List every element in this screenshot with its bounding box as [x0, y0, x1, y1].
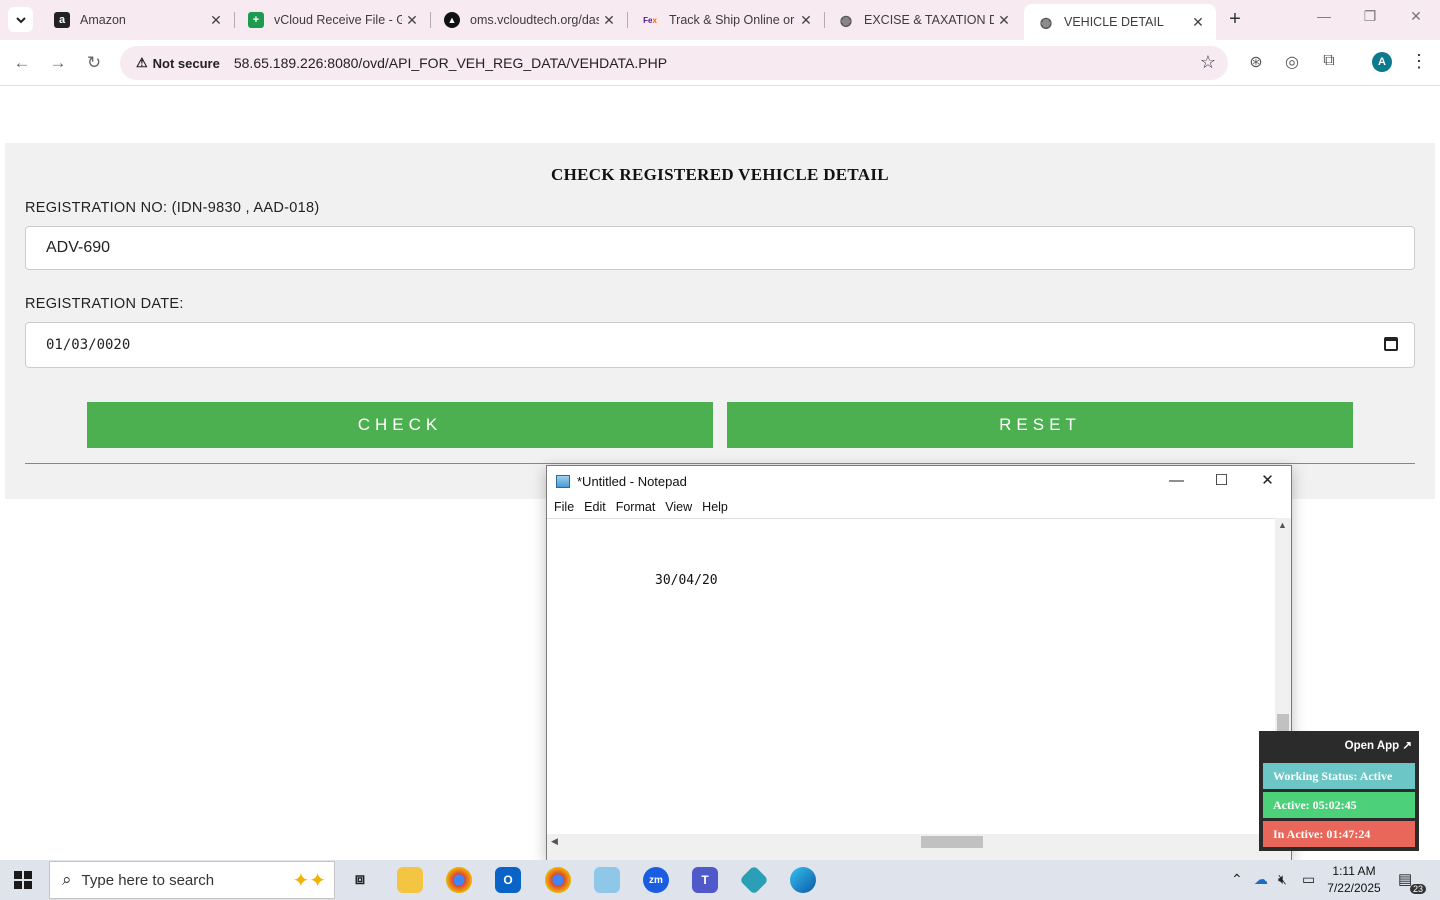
scroll-up-icon[interactable]: ▲	[1278, 520, 1287, 530]
inactive-time: In Active: 01:47:24	[1263, 821, 1415, 847]
notepad-text-area[interactable]: 30/04/20	[547, 518, 1275, 834]
taskbar-clock[interactable]: 1:11 AM 7/22/2025	[1322, 863, 1386, 897]
notepad-title: *Untitled - Notepad	[577, 473, 687, 489]
search-icon: ⌕	[62, 870, 72, 889]
scroll-left-icon[interactable]: ◀	[551, 836, 558, 847]
restore-window-button[interactable]: ❐	[1350, 8, 1390, 25]
menu-format[interactable]: Format	[616, 496, 656, 518]
globe-icon: ◍	[1039, 13, 1053, 30]
close-window-button[interactable]: ✕	[1396, 8, 1436, 25]
time-tracker-widget: Open App ↗ Working Status: Active Active…	[1259, 731, 1419, 851]
vehicle-check-form: CHECK REGISTERED VEHICLE DETAIL REGISTRA…	[5, 143, 1435, 499]
task-view-icon[interactable]: ⧈	[347, 867, 373, 893]
app-diamond-icon[interactable]	[739, 865, 769, 895]
warning-icon: ⚠	[136, 55, 148, 70]
reg-no-input[interactable]: ADV-690	[25, 226, 1415, 270]
translate-icon[interactable]: ◎	[1281, 52, 1303, 72]
reg-date-label: REGISTRATION DATE:	[25, 296, 184, 312]
active-time: Active: 05:02:45	[1263, 792, 1415, 818]
horizontal-scroll-thumb[interactable]	[921, 836, 983, 848]
notepad-maximize-button[interactable]: ☐	[1199, 469, 1244, 493]
tray-overflow-icon[interactable]: ⌃	[1231, 871, 1243, 888]
zoom-icon[interactable]: zm	[643, 867, 669, 893]
extensions-icon[interactable]: ⧉	[1318, 52, 1340, 70]
globe-icon: ◍	[839, 11, 853, 28]
menu-file[interactable]: File	[554, 496, 574, 518]
notepad-close-button[interactable]: ✕	[1245, 469, 1290, 493]
reload-button[interactable]: ↻	[83, 52, 105, 74]
teams-icon[interactable]: T	[692, 867, 718, 893]
close-tab-icon[interactable]: ✕	[599, 12, 619, 29]
bookmark-star-icon[interactable]: ☆	[1200, 52, 1216, 73]
taskbar-search[interactable]: ⌕ Type here to search ✦✦	[49, 861, 335, 899]
tab-fedex[interactable]: Fe x Track & Ship Online or F ✕	[627, 4, 825, 36]
close-tab-icon[interactable]: ✕	[994, 12, 1014, 29]
notepad-content: 30/04/20	[655, 573, 718, 588]
volume-muted-icon[interactable]: 🔇︎	[1278, 871, 1287, 888]
notepad-menubar: File Edit Format View Help	[547, 496, 1291, 518]
incognito-icon[interactable]: ⊛	[1245, 52, 1267, 72]
address-bar[interactable]: ⚠ Not secure 58.65.189.226:8080/ovd/API_…	[120, 46, 1228, 80]
page-title: CHECK REGISTERED VEHICLE DETAIL	[551, 165, 889, 184]
tab-vcloud-receive[interactable]: + vCloud Receive File - Go ✕	[234, 4, 431, 36]
chevron-down-icon	[15, 16, 26, 23]
chrome-profile-icon[interactable]	[545, 867, 571, 893]
outlook-icon[interactable]: O	[495, 867, 521, 893]
browser-tabstrip: a Amazon ✕ + vCloud Receive File - Go ✕ …	[0, 0, 1440, 40]
back-button[interactable]: ←	[11, 52, 33, 74]
notification-center-icon[interactable]: ▤ 23	[1398, 870, 1426, 894]
menu-view[interactable]: View	[665, 496, 692, 518]
sheets-icon: +	[248, 12, 264, 28]
tab-vehicle-detail[interactable]: ◍ VEHICLE DETAIL ✕	[1024, 4, 1216, 40]
file-explorer-icon[interactable]	[397, 867, 423, 893]
notification-count: 23	[1409, 884, 1426, 894]
notepad-taskbar-icon[interactable]	[594, 867, 620, 893]
close-tab-icon[interactable]: ✕	[206, 12, 226, 29]
profile-avatar[interactable]: A	[1372, 52, 1392, 72]
fedex-icon: Fe x	[643, 15, 657, 25]
amazon-icon: a	[54, 12, 70, 28]
sparkle-icon: ✦✦	[292, 870, 326, 892]
close-tab-icon[interactable]: ✕	[796, 12, 816, 29]
notepad-icon	[556, 474, 570, 488]
windows-start-icon[interactable]	[14, 871, 32, 889]
menu-edit[interactable]: Edit	[584, 496, 606, 518]
horizontal-scrollbar[interactable]: ◀	[547, 834, 1275, 850]
open-app-link[interactable]: Open App ↗	[1345, 738, 1412, 752]
reset-button[interactable]: RESET	[727, 402, 1353, 448]
close-tab-icon[interactable]: ✕	[1188, 14, 1208, 31]
reg-no-label: REGISTRATION NO: (IDN-9830 , AAD-018)	[25, 200, 320, 216]
menu-help[interactable]: Help	[702, 496, 728, 518]
working-status: Working Status: Active	[1263, 763, 1415, 789]
onedrive-icon[interactable]: ☁	[1254, 871, 1268, 888]
windows-taskbar: ⌕ Type here to search ✦✦ ⧈ O zm T ⌃ ☁ 🔇︎…	[0, 860, 1440, 900]
tab-oms-vcloud[interactable]: ▲ oms.vcloudtech.org/das ✕	[430, 4, 628, 36]
edge-icon[interactable]	[790, 867, 816, 893]
close-tab-icon[interactable]: ✕	[402, 12, 422, 29]
clock-time: 1:11 AM	[1332, 864, 1376, 878]
tab-amazon[interactable]: a Amazon ✕	[40, 4, 235, 36]
reg-date-input[interactable]: 01/03/0020	[25, 322, 1415, 368]
url-text[interactable]: 58.65.189.226:8080/ovd/API_FOR_VEH_REG_D…	[234, 55, 667, 71]
network-icon[interactable]: ▭	[1302, 871, 1315, 888]
security-chip[interactable]: ⚠ Not secure	[130, 50, 226, 76]
tab-excise[interactable]: ◍ EXCISE & TAXATION DE ✕	[824, 4, 1022, 36]
clock-date: 7/22/2025	[1327, 881, 1381, 895]
calendar-icon[interactable]	[1384, 337, 1398, 351]
vcloud-icon: ▲	[444, 12, 460, 28]
check-button[interactable]: CHECK	[87, 402, 713, 448]
browser-menu-icon[interactable]: ⋮	[1410, 51, 1428, 72]
notepad-minimize-button[interactable]: —	[1154, 469, 1199, 493]
minimize-window-button[interactable]: —	[1304, 8, 1344, 24]
new-tab-button[interactable]: +	[1224, 8, 1246, 30]
notepad-statusbar	[547, 850, 1291, 860]
tab-search-button[interactable]	[8, 7, 33, 32]
divider	[25, 463, 1415, 464]
browser-toolbar: ← → ↻ ⚠ Not secure 58.65.189.226:8080/ov…	[0, 40, 1440, 86]
notepad-window: *Untitled - Notepad — ☐ ✕ File Edit Form…	[546, 465, 1292, 860]
forward-button[interactable]: →	[47, 52, 69, 74]
chrome-icon[interactable]	[446, 867, 472, 893]
